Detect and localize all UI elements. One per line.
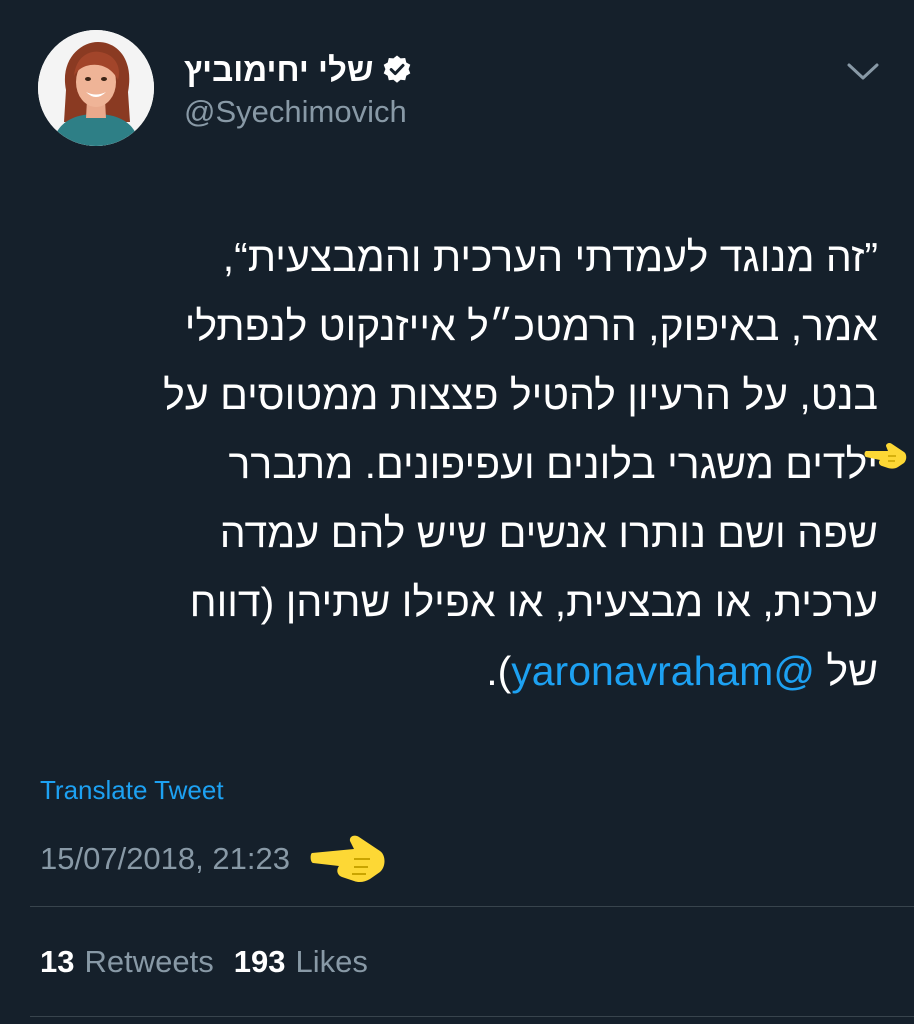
chevron-down-icon[interactable] (846, 60, 880, 84)
pointing-hand-icon (310, 835, 385, 883)
tweet-text-line: ילדים משגרי בלונים ועפיפונים. מתברר (228, 441, 878, 487)
retweets-count: 13 (40, 944, 75, 979)
verified-badge-icon (384, 55, 411, 83)
divider (30, 906, 914, 907)
tweet-text-line: אמר, באיפוק, הרמטכ״ל אייזנקוט לנפתלי (184, 303, 878, 349)
divider (30, 1016, 914, 1017)
tweet-text-line: ”זה מנוגד לעמדתי הערכית והמבצעית“, (222, 234, 878, 280)
tweet-text: ”זה מנוגד לעמדתי הערכית והמבצעית“, אמר, … (30, 223, 878, 706)
translate-tweet-link[interactable]: Translate Tweet (40, 772, 224, 808)
timestamp-row: 15/07/2018, 21:23 (40, 834, 390, 884)
retweets-stat[interactable]: 13 Retweets (40, 940, 214, 984)
author-handle[interactable]: @Syechimovich (184, 92, 407, 132)
mention-link[interactable]: @yaronavraham (511, 648, 815, 694)
likes-count: 193 (233, 944, 286, 979)
pointing-hand-icon (864, 442, 907, 469)
retweets-label: Retweets (84, 944, 214, 979)
tweet-text-line: בנט, על הרעיון להטיל פצצות ממטוסים על (163, 372, 878, 418)
author-display-name[interactable]: שלי יחימוביץ (184, 48, 373, 92)
author-name-row[interactable]: שלי יחימוביץ (184, 48, 413, 92)
avatar-image (38, 30, 154, 146)
likes-label: Likes (295, 944, 368, 979)
tweet-timestamp[interactable]: 15/07/2018, 21:23 (40, 837, 290, 881)
last-line-suffix: ). (486, 648, 512, 694)
avatar[interactable] (38, 30, 154, 146)
tweet-text-line: שפה ושם נותרו אנשים שיש להם עמדה (219, 510, 878, 556)
likes-stat[interactable]: 193 Likes (234, 940, 368, 984)
tweet-text-line: ערכית, או מבצעית, או אפילו שתיהן (דווח (189, 579, 878, 625)
last-line-prefix: של (814, 648, 878, 694)
tweet-text-last-line: של @yaronavraham). (30, 637, 878, 706)
tweet-stats: 13 Retweets 193 Likes (40, 940, 368, 984)
